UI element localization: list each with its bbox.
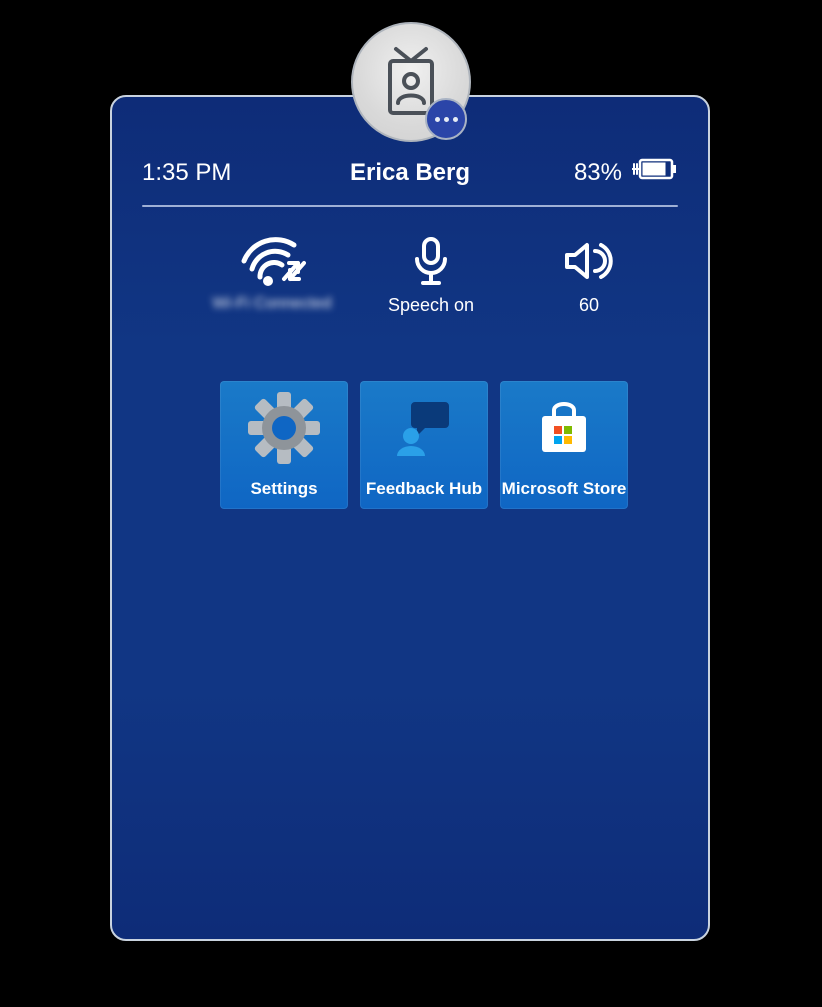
divider xyxy=(142,205,678,207)
battery-charging-icon xyxy=(632,157,678,188)
speech-quick-button[interactable]: Speech on xyxy=(372,235,490,316)
tile-feedback-hub[interactable]: Feedback Hub xyxy=(360,381,488,509)
wifi-icon xyxy=(238,235,306,292)
more-options-button[interactable] xyxy=(425,98,467,140)
microphone-icon xyxy=(411,235,451,292)
dot-icon xyxy=(444,117,449,122)
volume-label: 60 xyxy=(579,295,599,316)
tile-settings[interactable]: Settings xyxy=(220,381,348,509)
store-bag-icon xyxy=(534,398,594,463)
wifi-quick-button[interactable]: Wi-Fi Connected xyxy=(212,235,332,316)
battery-percent-text: 83% xyxy=(574,159,622,187)
volume-icon xyxy=(563,239,615,288)
feedback-hub-icon xyxy=(391,400,457,461)
tile-label: Settings xyxy=(250,479,317,499)
start-panel: 1:35 PM Erica Berg 83% xyxy=(110,95,710,941)
dot-icon xyxy=(453,117,458,122)
tile-label: Feedback Hub xyxy=(366,479,482,499)
settings-gear-icon xyxy=(248,392,320,469)
volume-quick-button[interactable]: 60 xyxy=(530,235,648,316)
speech-label: Speech on xyxy=(388,295,474,316)
dot-icon xyxy=(435,117,440,122)
tile-microsoft-store[interactable]: Microsoft Store xyxy=(500,381,628,509)
tile-label: Microsoft Store xyxy=(502,479,627,499)
wifi-label: Wi-Fi Connected xyxy=(212,295,332,313)
